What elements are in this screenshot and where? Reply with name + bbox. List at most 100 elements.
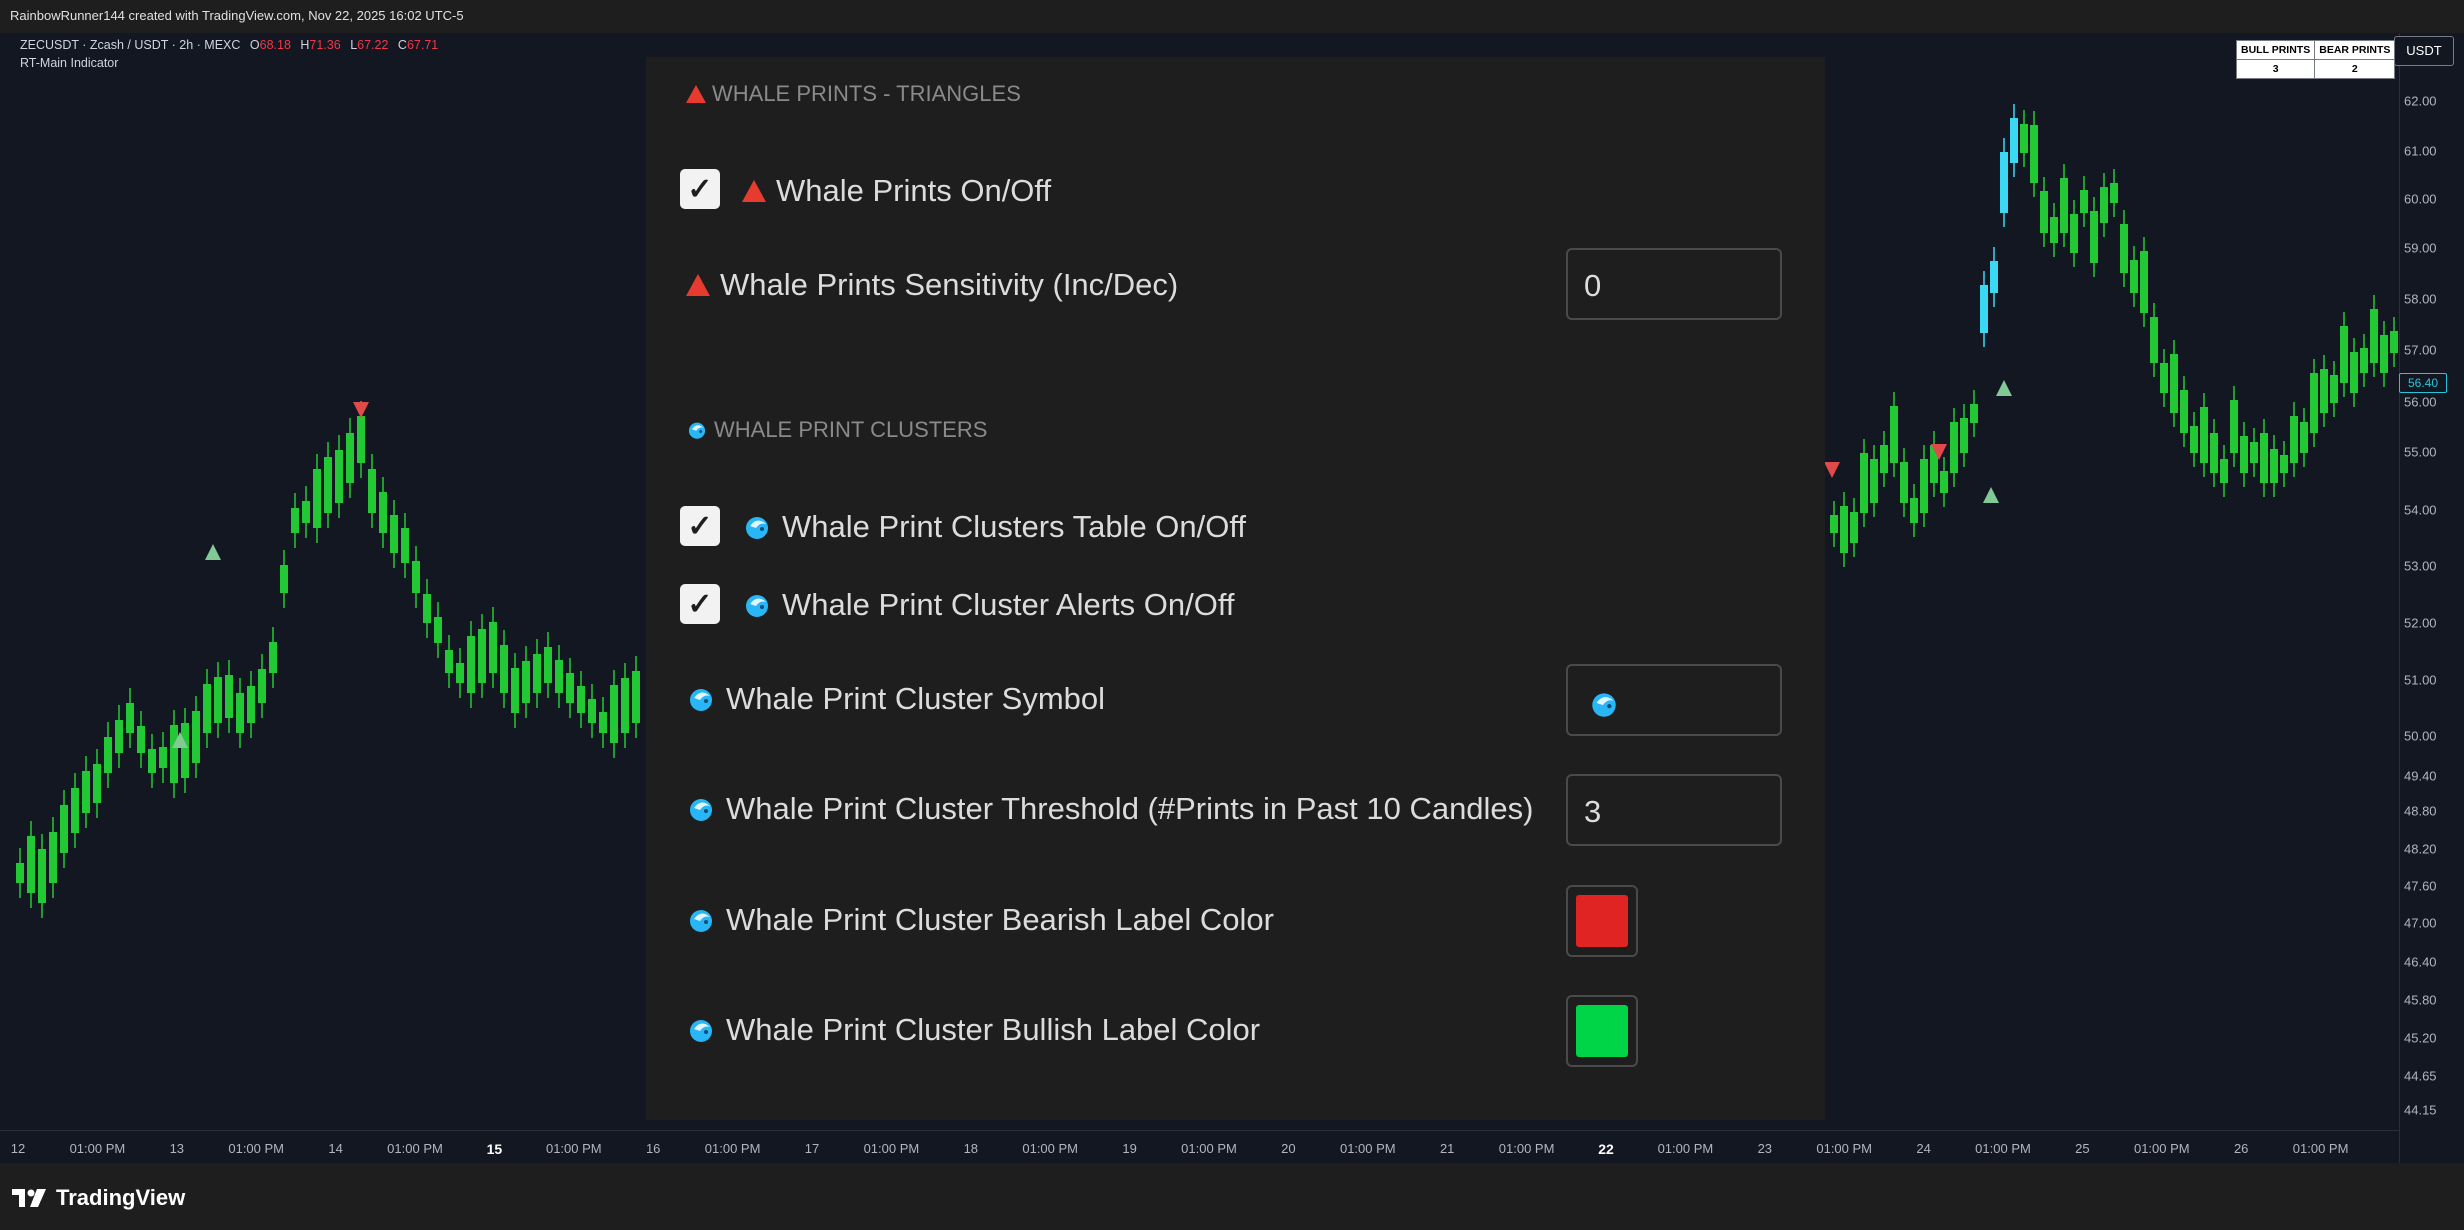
candle	[1870, 445, 1878, 517]
candle	[2210, 419, 2218, 487]
price-tick: 44.15	[2404, 1102, 2437, 1118]
high-value: 71.36	[309, 38, 341, 52]
bearish-color-picker[interactable]	[1566, 885, 1638, 957]
candle	[71, 773, 79, 848]
bullish-color-picker[interactable]	[1566, 995, 1638, 1067]
time-tick: 01:00 PM	[2133, 1141, 2190, 1156]
candle	[621, 663, 629, 748]
whale-prints-checkbox[interactable]: ✓	[680, 169, 720, 209]
candle	[2330, 361, 2338, 417]
time-tick: 01:00 PM	[387, 1141, 443, 1156]
time-tick: 01:00 PM	[1181, 1141, 1237, 1156]
time-tick: 01:00 PM	[1339, 1141, 1396, 1156]
sensitivity-input[interactable]: 0	[1566, 248, 1782, 320]
price-tick: 62.00	[2404, 93, 2437, 109]
label-text: Whale Print Clusters Table On/Off	[782, 509, 1247, 544]
time-tick: 01:00 PM	[1975, 1141, 2031, 1156]
sensitivity-label: Whale Prints Sensitivity (Inc/Dec)	[686, 267, 1178, 303]
candle	[27, 821, 35, 908]
checkmark-icon: ✓	[687, 587, 713, 621]
candle	[1950, 408, 1958, 487]
candle	[533, 639, 541, 708]
candle	[2030, 111, 2038, 197]
candle	[203, 669, 211, 748]
price-tick: 50.00	[2404, 728, 2437, 744]
candle	[2290, 402, 2298, 477]
candle	[236, 678, 244, 748]
candle	[1900, 448, 1908, 517]
candle	[2180, 376, 2188, 447]
candle	[423, 579, 431, 638]
bear-print-triangle	[1824, 462, 1840, 478]
currency-button[interactable]: USDT	[2394, 36, 2454, 66]
prints-table: BULL PRINTS BEAR PRINTS 3 2	[2235, 40, 2396, 79]
cluster-threshold-label: Whale Print Cluster Threshold (#Prints i…	[686, 791, 1534, 827]
clusters-table-toggle-label: Whale Print Clusters Table On/Off	[742, 509, 1246, 545]
label-text: Whale Print Cluster Alerts On/Off	[782, 587, 1235, 622]
section-title-text: WHALE PRINTS - TRIANGLES	[712, 81, 1021, 106]
time-tick: 20	[1281, 1141, 1296, 1156]
candle	[1880, 431, 1888, 487]
cluster-alerts-toggle-label: Whale Print Cluster Alerts On/Off	[742, 587, 1235, 623]
candle	[1960, 404, 1968, 467]
candle	[632, 656, 640, 738]
low-value: 67.22	[357, 38, 389, 52]
bearish-color-label: Whale Print Cluster Bearish Label Color	[686, 902, 1274, 938]
bearish-color-swatch	[1576, 895, 1628, 947]
candle	[2260, 419, 2268, 497]
price-tick: 45.80	[2404, 992, 2437, 1008]
time-tick: 01:00 PM	[704, 1141, 761, 1156]
label-text: Whale Print Cluster Bullish Label Color	[726, 1012, 1261, 1047]
time-tick: 01:00 PM	[1657, 1141, 1714, 1156]
clusters-table-checkbox[interactable]: ✓	[680, 506, 720, 546]
time-tick: 19	[1122, 1141, 1137, 1156]
candle	[599, 697, 607, 748]
candle	[280, 550, 288, 608]
bear-print-triangle	[353, 402, 369, 418]
time-tick: 01:00 PM	[1816, 1141, 1873, 1156]
candle	[445, 635, 453, 688]
candle	[93, 749, 101, 818]
cluster-symbol-input[interactable]	[1566, 664, 1782, 736]
triangle-icon	[686, 85, 706, 103]
time-tick: 15	[486, 1141, 503, 1157]
candle	[60, 790, 68, 868]
candle	[2040, 177, 2048, 247]
candle	[2320, 355, 2328, 427]
bull-prints-header: BULL PRINTS	[2235, 40, 2316, 60]
tradingview-brand[interactable]: TradingView	[12, 1185, 185, 1211]
label-text: Whale Print Cluster Symbol	[726, 681, 1106, 716]
section-title-triangles: WHALE PRINTS - TRIANGLES	[686, 81, 1021, 107]
candle	[2280, 441, 2288, 487]
indicator-name[interactable]: RT-Main Indicator	[20, 56, 118, 70]
candle	[170, 710, 178, 798]
settings-panel: WHALE PRINTS - TRIANGLES ✓ Whale Prints …	[646, 57, 1825, 1120]
time-tick: 24	[1916, 1141, 1931, 1156]
time-tick: 22	[1598, 1141, 1614, 1157]
cluster-threshold-input[interactable]: 3	[1566, 774, 1782, 846]
price-tick: 53.00	[2404, 558, 2437, 574]
candle	[456, 648, 464, 698]
candle	[1860, 439, 1868, 527]
symbol-legend: ZECUSDT · Zcash / USDT · 2h · MEXC O68.1…	[20, 38, 438, 52]
candle	[2190, 412, 2198, 467]
price-tick: 47.00	[2404, 915, 2437, 931]
bullish-color-swatch	[1576, 1005, 1628, 1057]
candle	[2230, 386, 2238, 467]
candle	[2270, 435, 2278, 497]
price-tick: 60.00	[2404, 191, 2437, 207]
bullish-color-label: Whale Print Cluster Bullish Label Color	[686, 1012, 1260, 1048]
candle	[610, 670, 618, 758]
price-tick: 48.80	[2404, 803, 2437, 819]
candle	[2360, 334, 2368, 387]
whale-icon	[746, 595, 768, 617]
label-text: Whale Print Cluster Threshold (#Prints i…	[726, 791, 1534, 826]
cluster-alerts-checkbox[interactable]: ✓	[680, 584, 720, 624]
candle	[2310, 359, 2318, 447]
candle	[412, 546, 420, 608]
bear-prints-value: 2	[2314, 59, 2396, 79]
time-tick: 01:00 PM	[545, 1141, 602, 1156]
candle	[379, 477, 387, 548]
price-tick: 57.00	[2404, 342, 2437, 358]
bull-print-triangle	[1983, 487, 1999, 503]
